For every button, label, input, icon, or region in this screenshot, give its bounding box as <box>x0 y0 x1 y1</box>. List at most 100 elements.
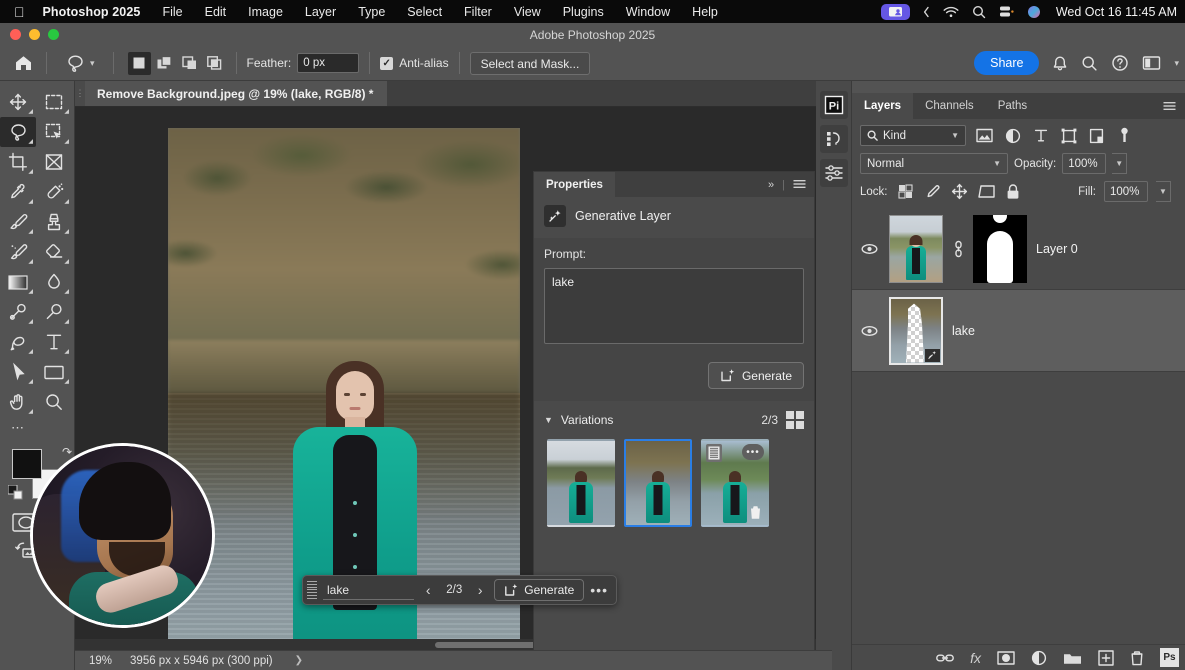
chevron-right-icon[interactable]: ❯ <box>295 655 303 666</box>
tab-properties[interactable]: Properties <box>534 172 615 197</box>
menu-type[interactable]: Type <box>358 5 385 19</box>
more-tools-icon[interactable]: ⋯ <box>0 417 36 439</box>
table-row[interactable]: Layer 0 <box>852 208 1185 290</box>
feather-input[interactable] <box>297 53 359 73</box>
contextual-generate-button[interactable]: Generate <box>494 579 584 601</box>
chevron-down-icon[interactable]: ▾ <box>1174 58 1179 69</box>
pixel-filter-icon[interactable] <box>975 126 994 145</box>
lock-position-icon[interactable] <box>950 182 969 201</box>
table-row[interactable]: lake <box>852 290 1185 372</box>
menu-select[interactable]: Select <box>407 5 442 19</box>
menu-layer[interactable]: Layer <box>305 5 336 19</box>
drag-handle-icon[interactable] <box>307 580 317 600</box>
tab-bar-grip[interactable]: ⋮ <box>75 81 85 106</box>
type-filter-icon[interactable] <box>1031 126 1050 145</box>
properties-dock-icon[interactable]: Pi <box>820 91 848 119</box>
apple-logo-icon[interactable]:  <box>14 5 25 19</box>
double-chevron-right-icon[interactable]: » <box>768 179 774 191</box>
home-icon[interactable] <box>10 50 36 76</box>
tab-channels[interactable]: Channels <box>913 93 986 119</box>
grid-view-icon[interactable] <box>786 411 804 429</box>
menu-help[interactable]: Help <box>692 5 718 19</box>
lasso-tool[interactable]: ◢ <box>0 117 36 147</box>
add-to-selection-button[interactable] <box>153 52 176 75</box>
crop-tool[interactable]: ◢ <box>0 147 36 177</box>
shape-filter-icon[interactable] <box>1059 126 1078 145</box>
menu-filter[interactable]: Filter <box>464 5 492 19</box>
new-layer-icon[interactable] <box>1098 650 1114 666</box>
subtract-from-selection-button[interactable] <box>178 52 201 75</box>
layer-style-fx-icon[interactable]: fx <box>970 650 981 666</box>
frame-tool[interactable] <box>36 147 72 177</box>
trash-icon[interactable] <box>747 503 763 521</box>
intersect-selection-button[interactable] <box>203 52 226 75</box>
lock-transparent-icon[interactable] <box>896 182 915 201</box>
layer-name[interactable]: Layer 0 <box>1036 242 1078 256</box>
dodge-tool[interactable]: ◢ <box>0 297 36 327</box>
tab-layers[interactable]: Layers <box>852 93 913 119</box>
zoom-level[interactable]: 19% <box>89 655 112 667</box>
share-button[interactable]: Share <box>974 51 1039 75</box>
adjustments-dock-icon[interactable] <box>820 159 848 187</box>
select-and-mask-button[interactable]: Select and Mask... <box>470 52 591 75</box>
adjustment-filter-icon[interactable] <box>1003 126 1022 145</box>
move-tool[interactable]: ◢ <box>0 87 36 117</box>
menu-edit[interactable]: Edit <box>205 5 227 19</box>
chevron-down-icon[interactable]: ▼ <box>951 131 959 140</box>
spot-healing-brush-tool[interactable]: ◢ <box>36 177 72 207</box>
current-tool-indicator[interactable]: ▾ <box>57 53 103 73</box>
more-options-icon[interactable]: ••• <box>590 582 608 598</box>
add-mask-icon[interactable] <box>997 651 1015 665</box>
bell-icon[interactable] <box>1052 55 1068 72</box>
variations-header[interactable]: ▼ Variations 2/3 <box>534 401 814 435</box>
link-layers-icon[interactable] <box>936 652 954 664</box>
generate-button[interactable]: Generate <box>708 362 804 389</box>
help-icon[interactable] <box>1111 54 1129 72</box>
brush-tool[interactable]: ◢ <box>0 207 36 237</box>
screen-share-icon[interactable] <box>881 4 910 20</box>
photoshop-badge-icon[interactable]: Ps <box>1160 648 1179 667</box>
history-dock-icon[interactable] <box>820 125 848 153</box>
type-tool[interactable]: ◢ <box>36 327 72 357</box>
menu-window[interactable]: Window <box>626 5 670 19</box>
zoom-tool[interactable] <box>36 387 72 417</box>
control-center-chevron-icon[interactable] <box>923 6 930 18</box>
menu-bar-clock[interactable]: Wed Oct 16 11:45 AM <box>1056 5 1177 19</box>
contextual-prompt-input[interactable]: lake <box>323 580 414 600</box>
hand-tool[interactable]: ◢ <box>0 387 36 417</box>
variation-thumb-1[interactable] <box>547 439 615 527</box>
smart-object-filter-icon[interactable] <box>1087 126 1106 145</box>
contextual-taskbar[interactable]: lake ‹ 2/3 › Generate ••• <box>302 575 617 605</box>
eyedropper-tool[interactable]: ◢ <box>0 177 36 207</box>
eye-icon[interactable] <box>858 243 880 255</box>
workspace-icon[interactable] <box>1142 55 1161 71</box>
lock-artboard-icon[interactable] <box>977 182 996 201</box>
default-colors-icon[interactable] <box>8 485 23 500</box>
rectangle-tool[interactable]: ◢ <box>36 357 72 387</box>
eye-icon[interactable] <box>858 325 880 337</box>
opacity-stepper-chevron-icon[interactable]: ▼ <box>1112 153 1127 174</box>
fill-value[interactable]: 100% <box>1104 181 1148 202</box>
pen-tool[interactable]: ◢ <box>0 327 36 357</box>
delete-layer-icon[interactable] <box>1130 650 1144 666</box>
search-icon[interactable] <box>1081 55 1098 72</box>
layer-name[interactable]: lake <box>952 324 975 338</box>
adjustment-layer-icon[interactable] <box>1031 650 1047 666</box>
layer-mask-thumbnail[interactable] <box>973 215 1027 283</box>
layer-kind-select[interactable]: Kind ▼ <box>860 125 966 146</box>
more-options-icon[interactable]: ••• <box>742 444 764 460</box>
path-selection-tool[interactable]: ◢ <box>0 357 36 387</box>
variation-thumb-3[interactable]: ••• <box>701 439 769 527</box>
antialias-checkbox[interactable]: ✓ <box>380 57 393 70</box>
chevron-down-icon[interactable]: ▾ <box>90 58 95 69</box>
siri-icon[interactable] <box>1027 5 1041 19</box>
spotlight-search-icon[interactable] <box>972 5 986 19</box>
eraser-tool[interactable]: ◢ <box>36 237 72 267</box>
panel-menu-icon[interactable] <box>793 179 806 190</box>
chevron-left-icon[interactable]: ‹ <box>420 582 436 598</box>
active-app-name[interactable]: Photoshop 2025 <box>43 5 141 19</box>
lock-all-icon[interactable] <box>1004 182 1023 201</box>
chevron-down-icon[interactable]: ▼ <box>993 159 1001 168</box>
wifi-icon[interactable] <box>943 6 959 18</box>
blur-tool[interactable]: ◢ <box>36 267 72 297</box>
